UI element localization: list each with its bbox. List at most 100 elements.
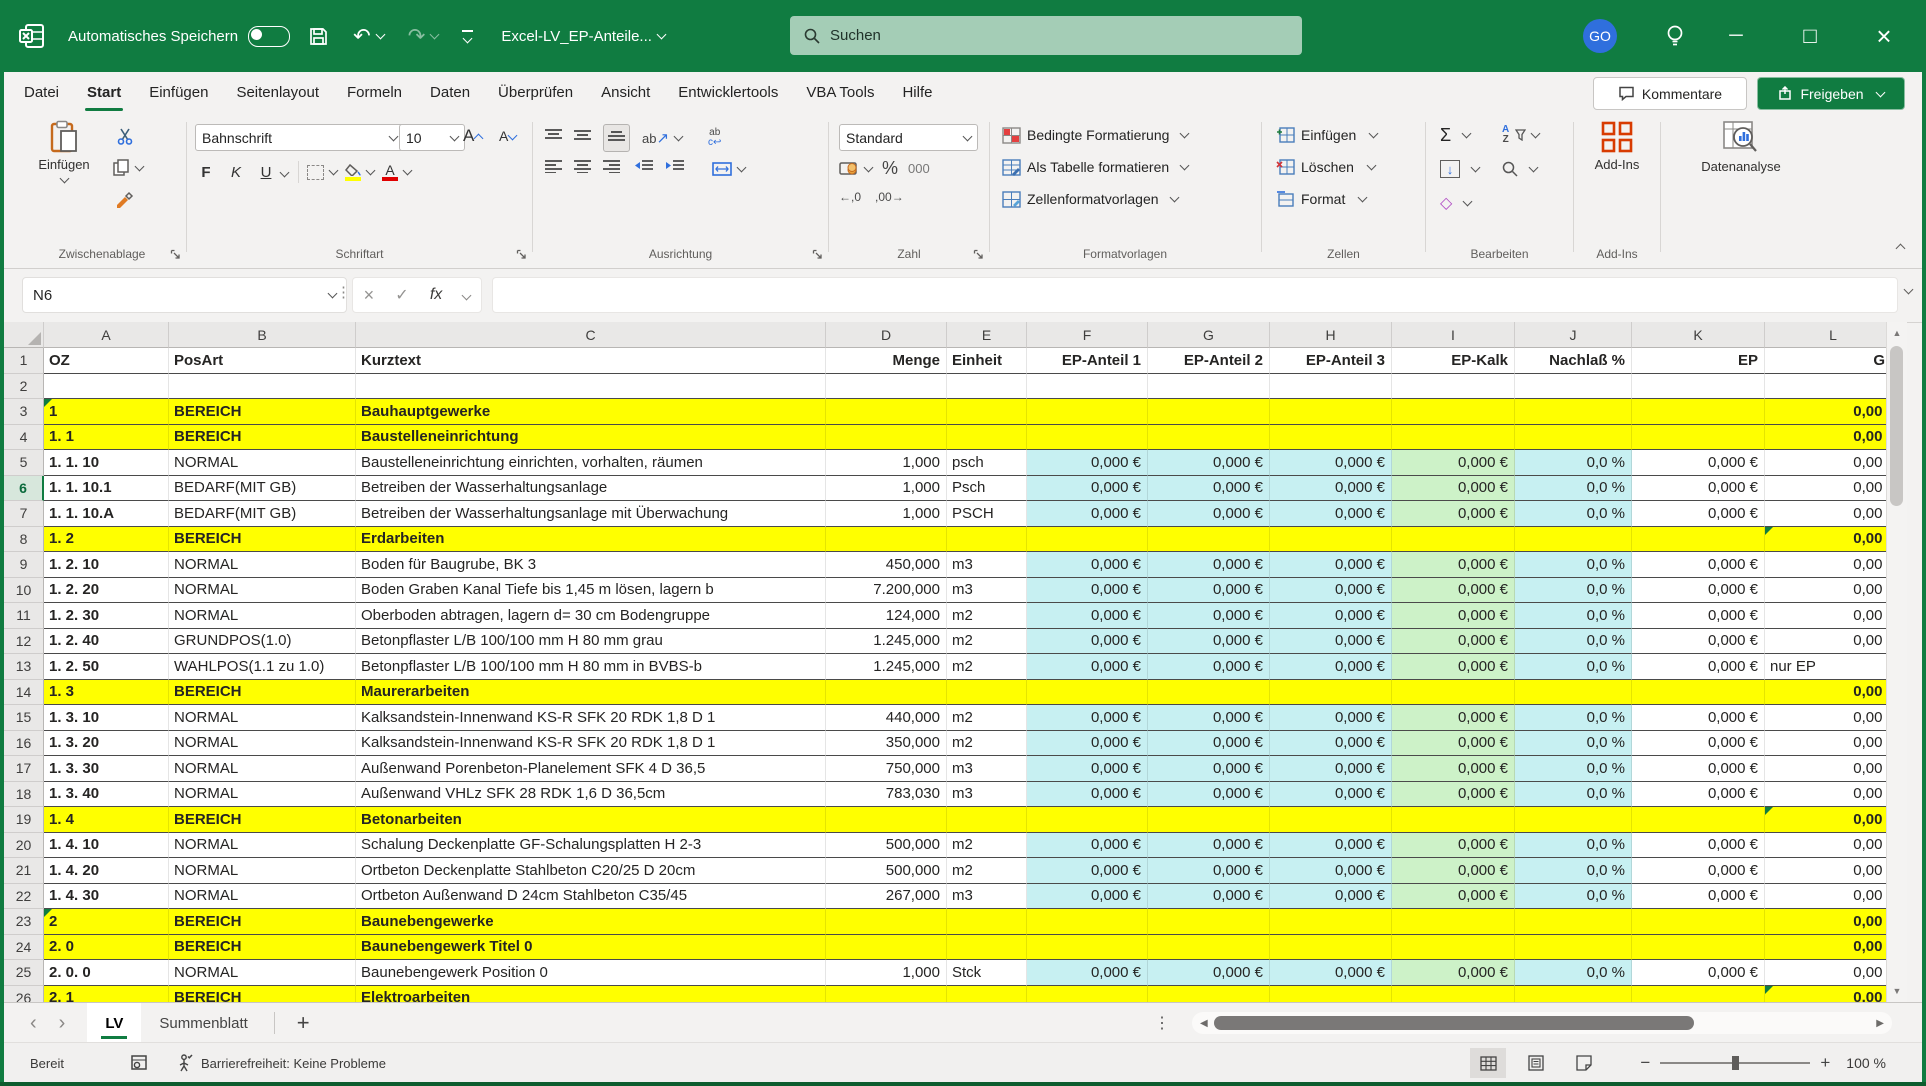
cell-K3[interactable] xyxy=(1632,399,1765,425)
sheet-nav-left-icon[interactable]: ‹ xyxy=(30,1012,37,1035)
cell-A26[interactable]: 2. 1 xyxy=(44,986,169,1003)
cell-G25[interactable]: 0,000 € xyxy=(1148,960,1270,986)
cell-C2[interactable] xyxy=(356,374,826,400)
cell-I24[interactable] xyxy=(1392,935,1515,961)
cell-K25[interactable]: 0,000 € xyxy=(1632,960,1765,986)
copy-button[interactable] xyxy=(112,156,143,180)
cell-I1[interactable]: EP-Kalk xyxy=(1392,348,1515,374)
cell-J23[interactable] xyxy=(1515,909,1632,935)
cell-I12[interactable]: 0,000 € xyxy=(1392,629,1515,655)
cell-L16[interactable]: 0,00 € xyxy=(1765,731,1886,757)
cell-C4[interactable]: Baustelleneinrichtung xyxy=(356,425,826,451)
cell-D3[interactable] xyxy=(826,399,947,425)
cell-J7[interactable]: 0,0 % xyxy=(1515,501,1632,527)
cell-F17[interactable]: 0,000 € xyxy=(1027,756,1148,782)
insert-cells-button[interactable]: Einfügen xyxy=(1276,122,1377,148)
cell-J14[interactable] xyxy=(1515,680,1632,706)
cell-H24[interactable] xyxy=(1270,935,1392,961)
cell-C12[interactable]: Betonpflaster L/B 100/100 mm H 80 mm gra… xyxy=(356,629,826,655)
cell-G24[interactable] xyxy=(1148,935,1270,961)
row-header-10[interactable]: 10 xyxy=(4,578,44,604)
fill-button[interactable]: ↓ xyxy=(1440,156,1479,182)
format-painter-button[interactable] xyxy=(114,188,134,212)
cell-I9[interactable]: 0,000 € xyxy=(1392,552,1515,578)
cell-C22[interactable]: Ortbeton Außenwand D 24cm Stahlbeton C35… xyxy=(356,884,826,910)
cell-E7[interactable]: PSCH xyxy=(947,501,1027,527)
comments-button[interactable]: Kommentare xyxy=(1593,77,1747,110)
cell-K13[interactable]: 0,000 € xyxy=(1632,654,1765,680)
cell-L18[interactable]: 0,00 € xyxy=(1765,782,1886,808)
col-header-F[interactable]: F xyxy=(1027,322,1148,348)
cell-D18[interactable]: 783,030 xyxy=(826,782,947,808)
cell-E11[interactable]: m2 xyxy=(947,603,1027,629)
cell-F5[interactable]: 0,000 € xyxy=(1027,450,1148,476)
horizontal-scrollbar-thumb[interactable] xyxy=(1214,1016,1694,1030)
cell-G3[interactable] xyxy=(1148,399,1270,425)
cell-J4[interactable] xyxy=(1515,425,1632,451)
clipboard-dialog-launcher-icon[interactable] xyxy=(170,249,181,260)
cell-F22[interactable]: 0,000 € xyxy=(1027,884,1148,910)
autosum-button[interactable]: Σ xyxy=(1440,122,1470,148)
fx-icon[interactable]: fx xyxy=(430,286,442,304)
cell-K21[interactable]: 0,000 € xyxy=(1632,858,1765,884)
cell-A7[interactable]: 1. 1. 10.A xyxy=(44,501,169,527)
col-header-G[interactable]: G xyxy=(1148,322,1270,348)
clear-button[interactable]: ◇ xyxy=(1440,190,1471,216)
cell-J17[interactable]: 0,0 % xyxy=(1515,756,1632,782)
cell-H25[interactable]: 0,000 € xyxy=(1270,960,1392,986)
cell-B21[interactable]: NORMAL xyxy=(169,858,356,884)
ribbon-tab-entwicklertools[interactable]: Entwicklertools xyxy=(664,72,792,112)
cell-G9[interactable]: 0,000 € xyxy=(1148,552,1270,578)
cell-D6[interactable]: 1,000 xyxy=(826,476,947,502)
sheet-nav-right-icon[interactable]: › xyxy=(59,1012,66,1035)
cell-D2[interactable] xyxy=(826,374,947,400)
cell-E16[interactable]: m2 xyxy=(947,731,1027,757)
cell-L8[interactable]: 0,00 € xyxy=(1765,527,1886,553)
cell-F13[interactable]: 0,000 € xyxy=(1027,654,1148,680)
cell-F3[interactable] xyxy=(1027,399,1148,425)
cell-B16[interactable]: NORMAL xyxy=(169,731,356,757)
cell-F6[interactable]: 0,000 € xyxy=(1027,476,1148,502)
cell-I16[interactable]: 0,000 € xyxy=(1392,731,1515,757)
cell-F26[interactable] xyxy=(1027,986,1148,1003)
cell-H15[interactable]: 0,000 € xyxy=(1270,705,1392,731)
cell-K22[interactable]: 0,000 € xyxy=(1632,884,1765,910)
doc-title-chevron[interactable] xyxy=(656,30,666,40)
cell-J18[interactable]: 0,0 % xyxy=(1515,782,1632,808)
cell-J20[interactable]: 0,0 % xyxy=(1515,833,1632,859)
increase-indent-icon[interactable] xyxy=(665,160,684,178)
macro-record-icon[interactable] xyxy=(130,1055,148,1071)
cell-D17[interactable]: 750,000 xyxy=(826,756,947,782)
scroll-left-icon[interactable]: ◀ xyxy=(1200,1018,1208,1029)
bold-button[interactable]: F xyxy=(195,164,217,181)
cell-G2[interactable] xyxy=(1148,374,1270,400)
comma-style-button[interactable]: 000 xyxy=(908,161,930,176)
cell-K6[interactable]: 0,000 € xyxy=(1632,476,1765,502)
cell-C6[interactable]: Betreiben der Wasserhaltungsanlage xyxy=(356,476,826,502)
cell-K8[interactable] xyxy=(1632,527,1765,553)
horizontal-scrollbar[interactable]: ◀ ▶ xyxy=(1192,1012,1892,1034)
row-header-24[interactable]: 24 xyxy=(4,935,44,961)
align-center-icon[interactable] xyxy=(574,160,591,178)
cell-H10[interactable]: 0,000 € xyxy=(1270,578,1392,604)
cell-G10[interactable]: 0,000 € xyxy=(1148,578,1270,604)
view-normal-button[interactable] xyxy=(1470,1048,1506,1078)
cell-J9[interactable]: 0,0 % xyxy=(1515,552,1632,578)
cell-G13[interactable]: 0,000 € xyxy=(1148,654,1270,680)
cell-G17[interactable]: 0,000 € xyxy=(1148,756,1270,782)
align-middle-icon[interactable] xyxy=(574,129,591,147)
col-header-I[interactable]: I xyxy=(1392,322,1515,348)
row-header-5[interactable]: 5 xyxy=(4,450,44,476)
cell-A10[interactable]: 1. 2. 20 xyxy=(44,578,169,604)
cell-I14[interactable] xyxy=(1392,680,1515,706)
accessibility-status[interactable]: Barrierefreiheit: Keine Probleme xyxy=(201,1056,386,1071)
align-left-icon[interactable] xyxy=(545,160,562,178)
ribbon-tab-formeln[interactable]: Formeln xyxy=(333,72,416,112)
cell-D23[interactable] xyxy=(826,909,947,935)
share-button[interactable]: Freigeben xyxy=(1757,77,1905,110)
format-cells-button[interactable]: Format xyxy=(1276,186,1366,212)
cell-L17[interactable]: 0,00 € xyxy=(1765,756,1886,782)
cell-C5[interactable]: Baustelleneinrichtung einrichten, vorhal… xyxy=(356,450,826,476)
cell-K11[interactable]: 0,000 € xyxy=(1632,603,1765,629)
cell-B9[interactable]: NORMAL xyxy=(169,552,356,578)
